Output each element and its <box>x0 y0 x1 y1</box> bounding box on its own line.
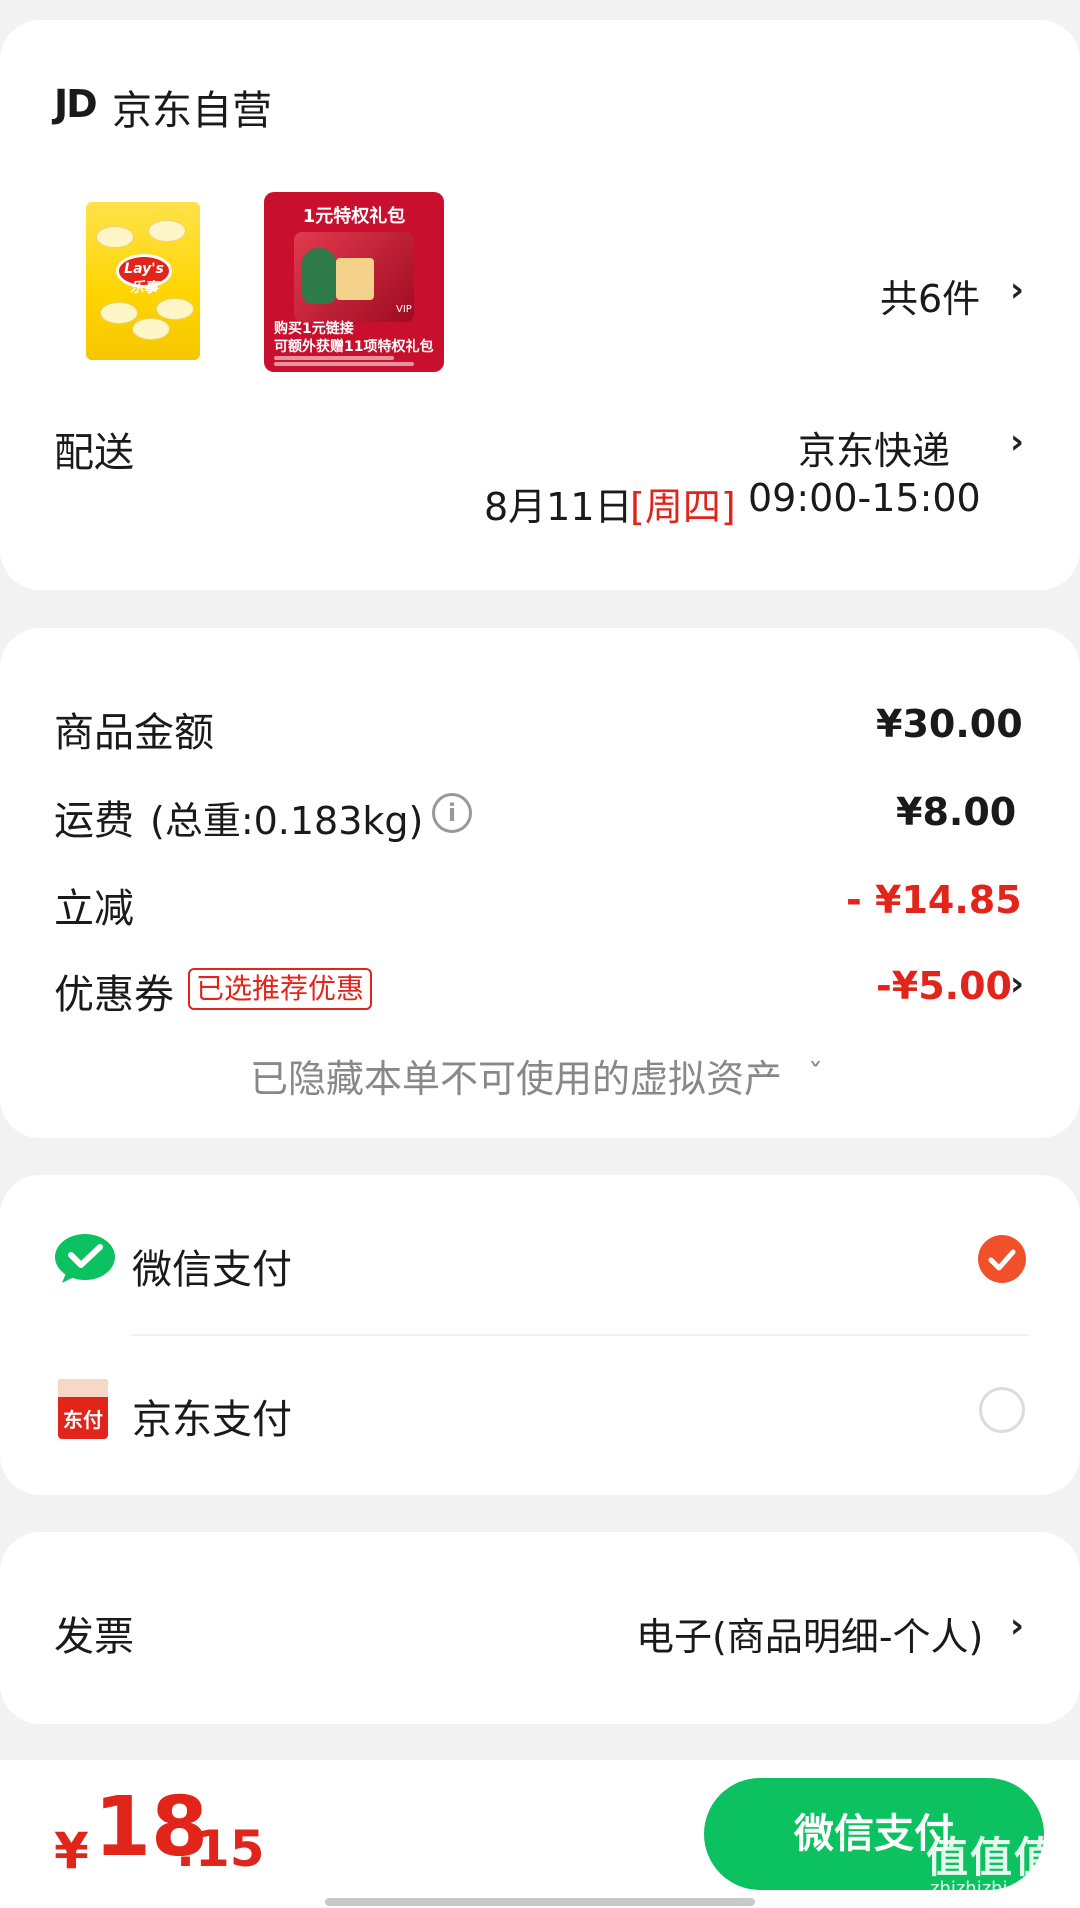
checkout-bar: ¥ 18 .15 微信支付 值值值 zhizhizhi.com <box>0 1760 1080 1908</box>
jd-pay-radio[interactable] <box>979 1387 1025 1433</box>
jd-pay-icon: 东付 <box>58 1379 108 1439</box>
coupon-recommended-badge: 已选推荐优惠 <box>188 968 373 1010</box>
delivery-weekday: [周四] <box>630 485 736 529</box>
gift-pack-thumbnail[interactable]: 1元特权礼包 VIP 购买1元链接 可额外获赠11项特权礼包 <box>264 192 444 372</box>
goods-amount-label: 商品金额 <box>54 710 214 756</box>
info-icon[interactable]: i <box>432 793 472 833</box>
jd-logo-icon: JD <box>54 82 98 126</box>
delivery-date: 8月11日 <box>484 485 633 529</box>
invoice-chevron-icon[interactable]: › <box>1010 1606 1024 1646</box>
delivery-chevron-icon[interactable]: › <box>1010 422 1024 462</box>
discount-label: 立减 <box>54 886 134 932</box>
delivery-label: 配送 <box>54 430 134 476</box>
payment-card: 微信支付 东付 京东支付 <box>0 1175 1080 1495</box>
coupon-label: 优惠券 <box>54 972 174 1018</box>
discount-value: - ¥14.85 <box>846 878 1022 922</box>
price-card: 商品金额 ¥30.00 运费 (总重:0.183kg) i ¥8.00 立减 -… <box>0 628 1080 1138</box>
goods-amount-value: ¥30.00 <box>876 702 1023 746</box>
shipping-weight: (总重:0.183kg) <box>150 799 424 843</box>
lays-logo-icon: Lay's乐事 <box>116 254 172 296</box>
watermark: 值值值 <box>926 1833 1059 1882</box>
invoice-label: 发票 <box>54 1614 134 1660</box>
total-currency: ¥ <box>54 1822 89 1880</box>
invoice-value[interactable]: 电子(商品明细-个人) <box>636 1606 983 1661</box>
store-card: JD 京东自营 Lay's乐事 1元特权礼包 VIP 购买1元链接 可额外获赠1… <box>0 20 1080 590</box>
wechat-pay-icon <box>55 1234 115 1283</box>
shipping-value: ¥8.00 <box>896 790 1017 834</box>
total-decimal: .15 <box>176 1820 265 1878</box>
shipping-label: 运费 <box>54 798 134 844</box>
coupon-value[interactable]: -¥5.00 <box>876 964 1012 1008</box>
delivery-time: 09:00-15:00 <box>748 476 981 520</box>
wechat-pay-radio-checked[interactable] <box>978 1235 1026 1283</box>
watermark-url: zhizhizhi.com <box>930 1878 1052 1899</box>
jd-pay-label[interactable]: 京东支付 <box>132 1387 292 1445</box>
checkmark-icon <box>988 1249 1016 1271</box>
chips-product-thumbnail[interactable]: Lay's乐事 <box>86 202 200 360</box>
hidden-assets-toggle[interactable]: 已隐藏本单不可使用的虚拟资产 <box>250 1048 782 1103</box>
delivery-carrier[interactable]: 京东快递 <box>798 420 950 475</box>
wechat-pay-label[interactable]: 微信支付 <box>132 1237 292 1295</box>
chevron-down-icon[interactable]: ˇ <box>808 1058 823 1093</box>
invoice-card: 发票 电子(商品明细-个人) › <box>0 1532 1080 1724</box>
item-count-chevron-icon[interactable]: › <box>1010 270 1024 310</box>
item-count[interactable]: 共6件 <box>880 268 980 323</box>
home-indicator[interactable] <box>325 1898 755 1906</box>
coupon-chevron-icon[interactable]: › <box>1010 964 1024 1004</box>
store-name: 京东自营 <box>112 88 272 134</box>
divider <box>132 1334 1028 1336</box>
